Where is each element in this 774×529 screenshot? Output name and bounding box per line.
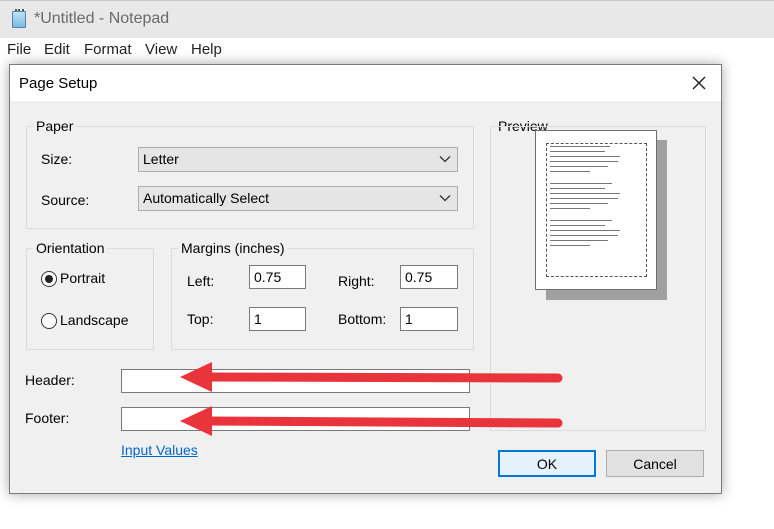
notepad-menubar: File Edit Format View Help [0,38,774,62]
portrait-label[interactable]: Portrait [60,270,105,286]
source-select-value: Automatically Select [143,190,270,206]
source-label: Source: [41,192,90,208]
preview-page [535,130,657,290]
menu-view[interactable]: View [145,41,177,58]
preview-margin-outline [546,143,647,277]
margin-left-input[interactable]: 0.75 [249,265,306,289]
margin-right-input[interactable]: 0.75 [400,265,458,289]
header-label: Header: [25,372,75,388]
ok-button[interactable]: OK [498,450,596,477]
footer-input[interactable] [121,407,470,431]
landscape-radio[interactable] [41,313,57,329]
size-select[interactable]: Letter [138,147,458,172]
margin-bottom-label: Bottom: [338,311,387,327]
menu-format[interactable]: Format [84,41,132,58]
margins-group: Margins (inches) [171,240,474,350]
margins-group-label: Margins (inches) [178,240,288,256]
footer-label: Footer: [25,410,70,426]
input-values-link[interactable]: Input Values [121,442,198,458]
close-button[interactable] [677,65,721,101]
source-select[interactable]: Automatically Select [138,186,458,211]
margin-right-label: Right: [338,273,375,289]
margin-bottom-input[interactable]: 1 [400,307,458,331]
dialog-title: Page Setup [19,75,98,92]
chevron-down-icon [439,195,451,202]
size-label: Size: [41,151,73,167]
header-input[interactable] [121,369,470,393]
menu-edit[interactable]: Edit [44,41,70,58]
menu-help[interactable]: Help [191,41,222,58]
margin-top-input[interactable]: 1 [249,307,306,331]
preview-text-lines [550,146,644,250]
orientation-group-label: Orientation [33,240,108,256]
cancel-button[interactable]: Cancel [606,450,704,477]
orientation-group: Orientation [26,240,154,350]
dialog-titlebar: Page Setup [10,65,721,101]
close-icon [692,76,706,90]
notepad-titlebar: *Untitled - Notepad [0,0,774,38]
notepad-title: *Untitled - Notepad [34,10,170,27]
paper-group-label: Paper [33,118,77,134]
paper-group: Paper [26,118,474,229]
margin-top-label: Top: [187,311,214,327]
notepad-icon [12,9,26,28]
portrait-radio[interactable] [41,271,57,287]
landscape-label[interactable]: Landscape [60,312,129,328]
chevron-down-icon [439,156,451,163]
margin-left-label: Left: [187,273,215,289]
size-select-value: Letter [143,151,179,167]
menu-file[interactable]: File [7,41,31,58]
